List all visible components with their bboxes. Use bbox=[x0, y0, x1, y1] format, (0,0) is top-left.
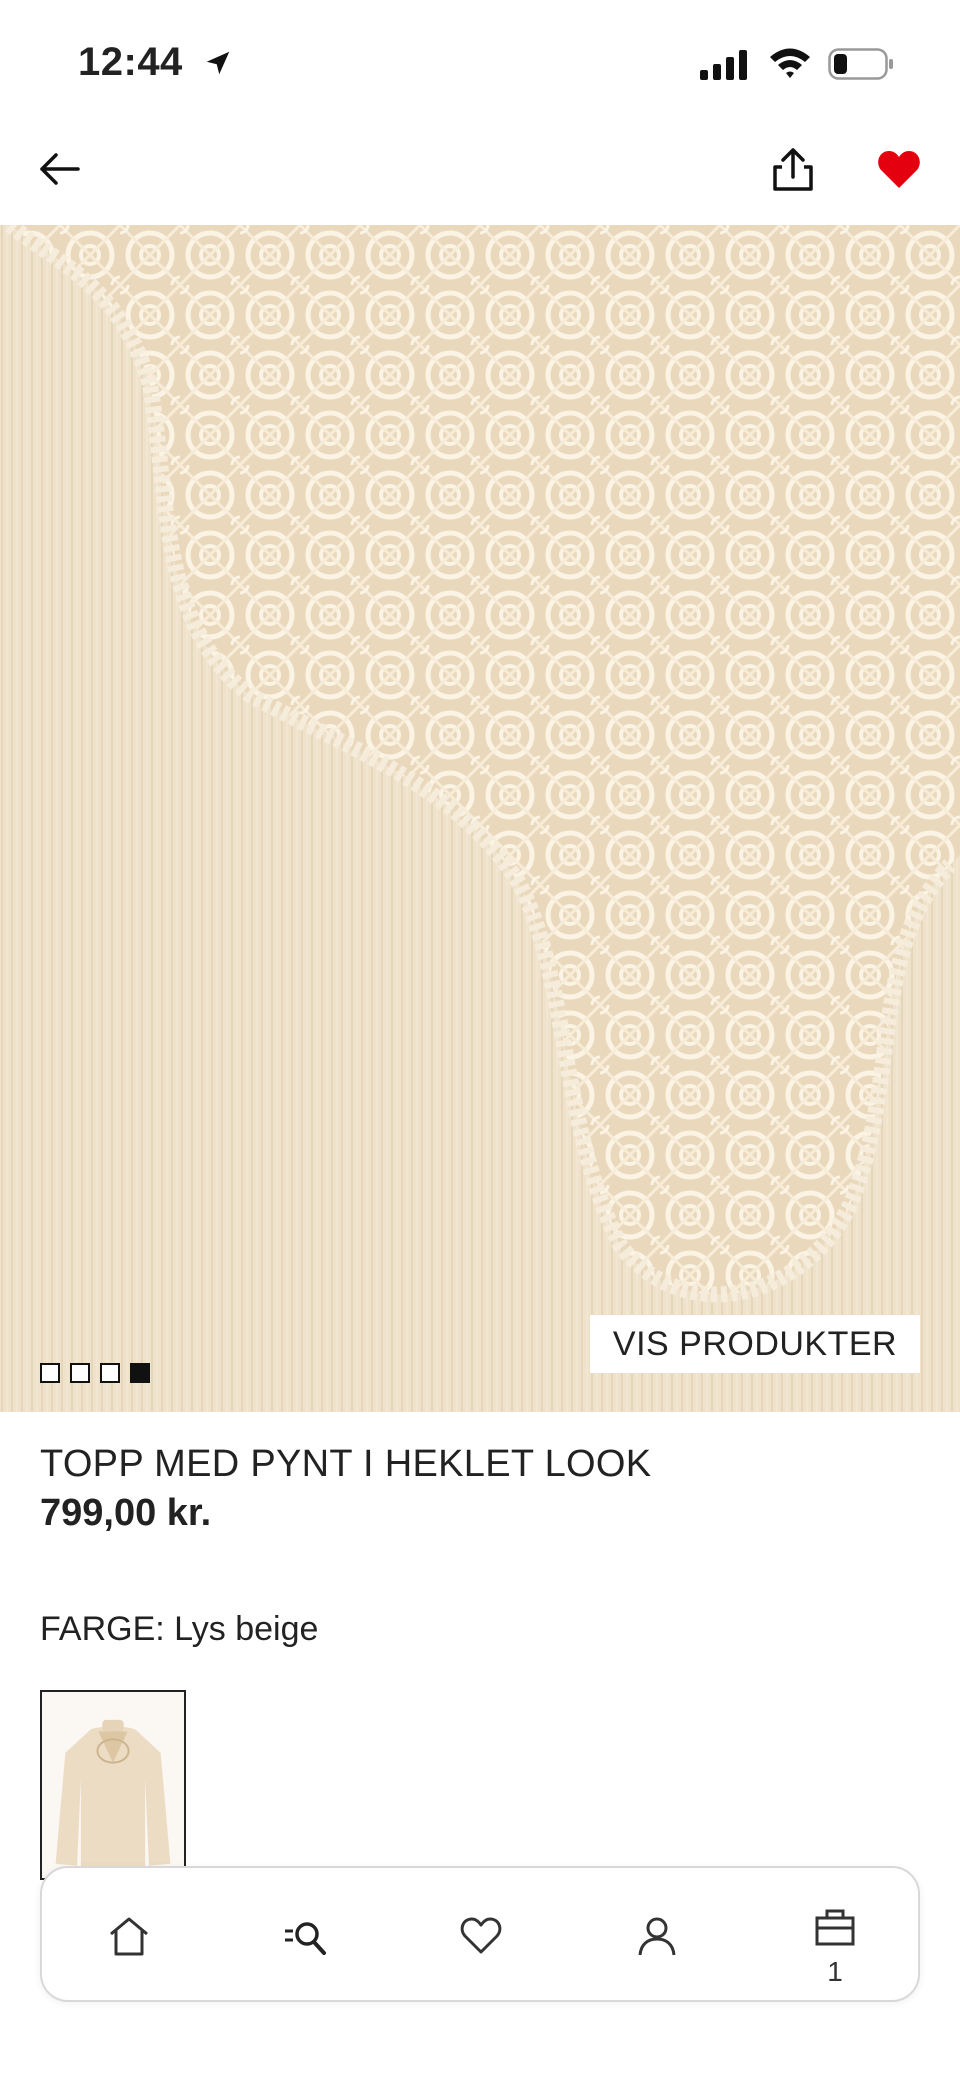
home-icon bbox=[110, 1917, 148, 1956]
arrow-left-icon[interactable] bbox=[36, 145, 84, 193]
bag-icon bbox=[815, 1909, 855, 1946]
heart-icon bbox=[460, 1917, 502, 1954]
gallery-dot[interactable] bbox=[40, 1363, 60, 1383]
vis-produkter-button[interactable]: VIS PRODUKTER bbox=[590, 1315, 920, 1373]
status-bar: 12:44 bbox=[0, 0, 960, 125]
wifi-icon bbox=[770, 48, 810, 78]
color-label: FARGE: Lys beige bbox=[40, 1610, 319, 1648]
bag-count-badge: 1 bbox=[827, 1956, 843, 1987]
search-icon bbox=[285, 1922, 326, 1955]
product-image-gallery[interactable]: VIS PRODUKTER bbox=[0, 225, 960, 1412]
gallery-dot[interactable] bbox=[100, 1363, 120, 1383]
location-arrow-icon bbox=[206, 51, 230, 75]
status-time: 12:44 bbox=[78, 40, 183, 84]
nav-search[interactable] bbox=[245, 1868, 365, 2000]
color-swatch-thumbnail[interactable] bbox=[40, 1690, 186, 1880]
battery-icon bbox=[828, 48, 893, 80]
user-icon bbox=[638, 1917, 676, 1956]
nav-bag[interactable]: 1 bbox=[775, 1868, 895, 2000]
product-price: 799,00 kr. bbox=[40, 1492, 212, 1534]
product-title: TOPP MED PYNT I HEKLET LOOK bbox=[40, 1443, 652, 1485]
heart-filled-icon[interactable] bbox=[876, 147, 922, 193]
gallery-dot-active[interactable] bbox=[130, 1363, 150, 1383]
nav-account[interactable] bbox=[597, 1868, 717, 2000]
product-thumbnail-image bbox=[42, 1692, 184, 1878]
top-nav bbox=[0, 125, 960, 225]
gallery-pagination bbox=[40, 1363, 150, 1383]
product-photo bbox=[0, 225, 960, 1412]
nav-wishlist[interactable] bbox=[421, 1868, 541, 2000]
gallery-dot[interactable] bbox=[70, 1363, 90, 1383]
nav-home[interactable] bbox=[69, 1868, 189, 2000]
cellular-signal-icon bbox=[700, 50, 747, 80]
bottom-nav: 1 bbox=[40, 1866, 920, 2002]
share-icon[interactable] bbox=[768, 145, 818, 195]
